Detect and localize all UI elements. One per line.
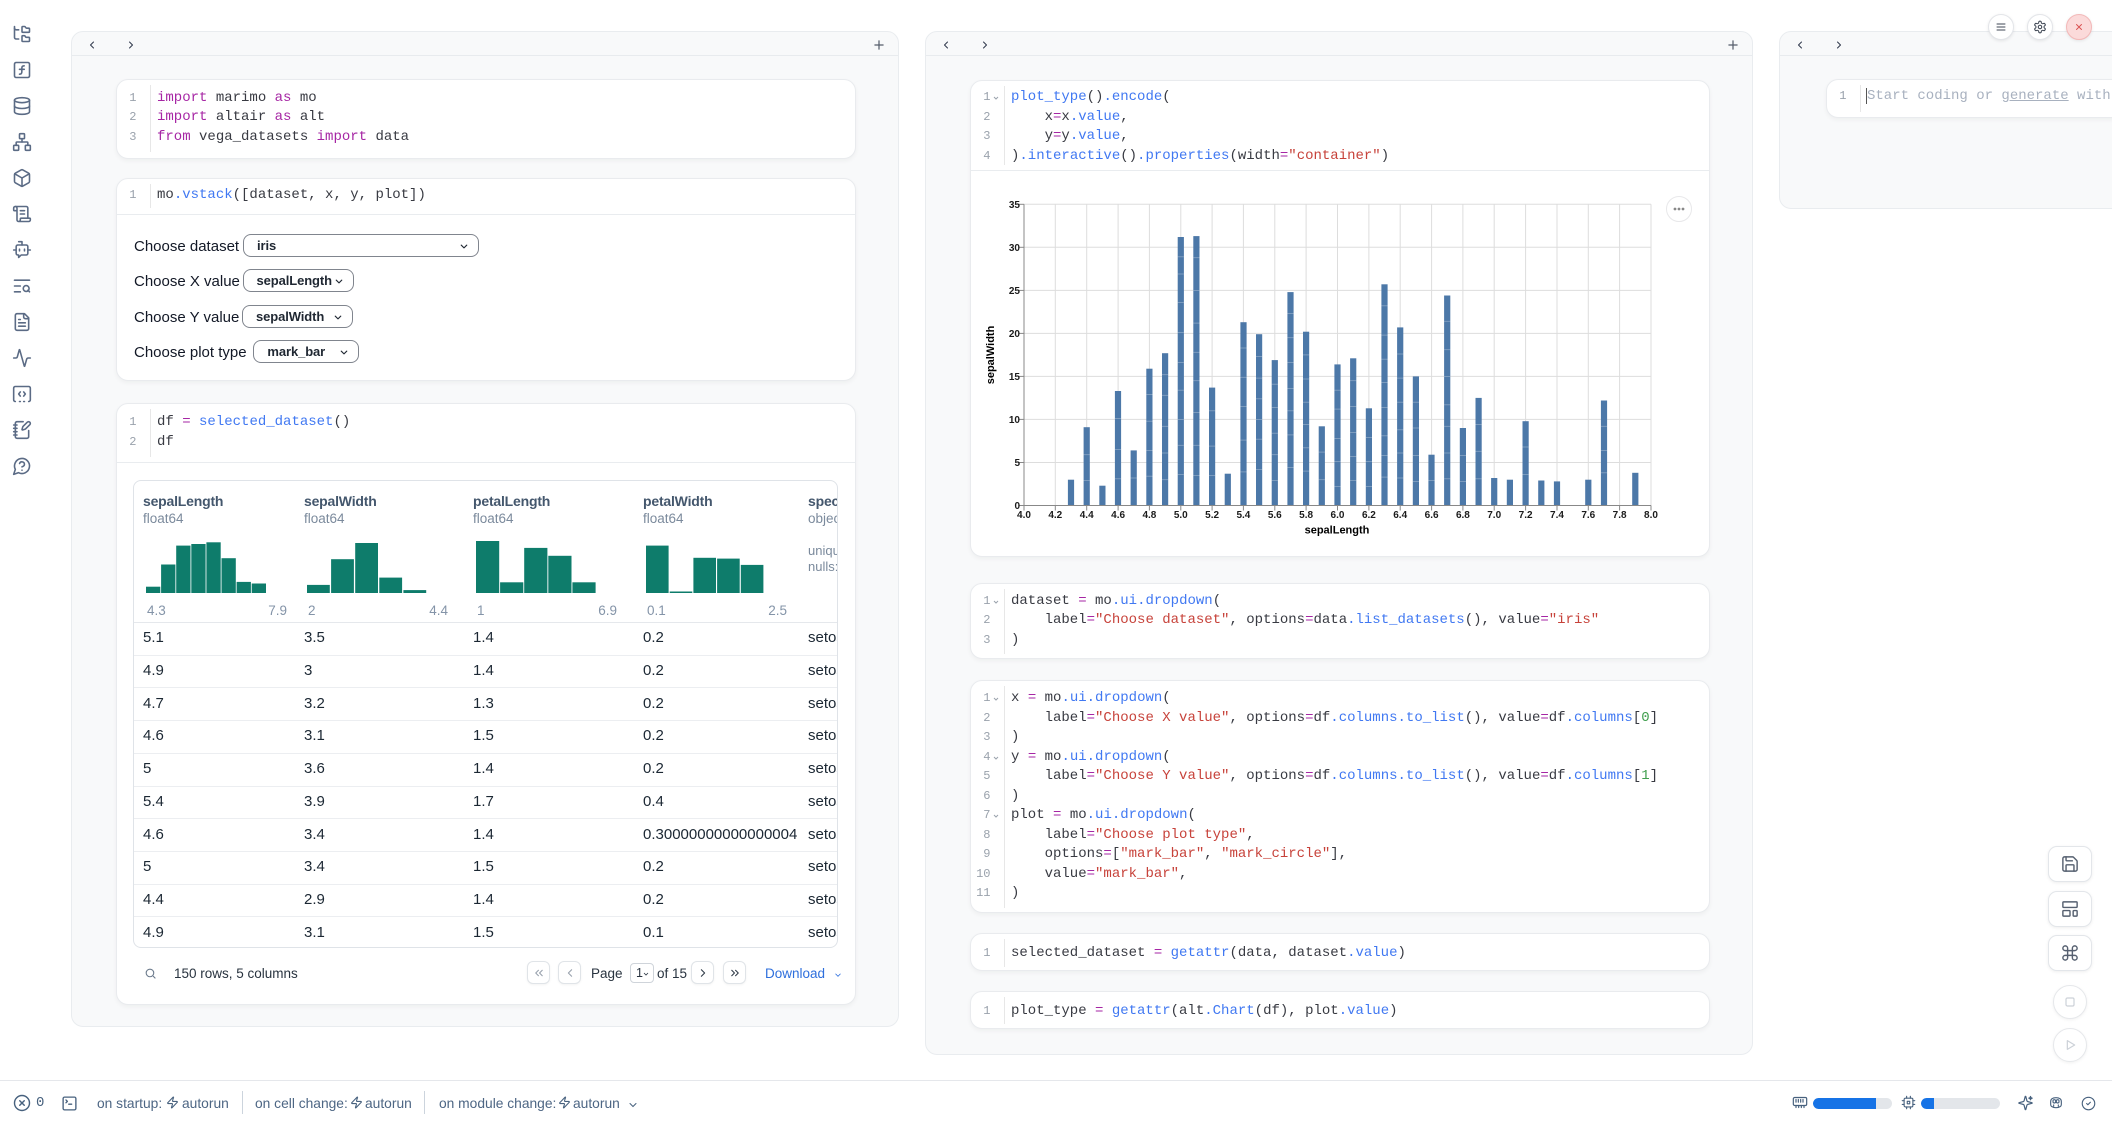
svg-text:6.4: 6.4 — [1393, 510, 1407, 521]
svg-text:7.4: 7.4 — [1550, 510, 1564, 521]
svg-text:30: 30 — [1009, 243, 1021, 254]
svg-text:25: 25 — [1009, 286, 1021, 297]
svg-text:5: 5 — [1014, 458, 1020, 469]
svg-text:4.0: 4.0 — [1017, 510, 1031, 521]
svg-text:5.2: 5.2 — [1205, 510, 1219, 521]
svg-text:6.2: 6.2 — [1362, 510, 1376, 521]
svg-text:5.4: 5.4 — [1236, 510, 1250, 521]
svg-text:4.6: 4.6 — [1111, 510, 1125, 521]
svg-text:7.8: 7.8 — [1613, 510, 1627, 521]
svg-text:4.2: 4.2 — [1048, 510, 1062, 521]
svg-text:4.8: 4.8 — [1142, 510, 1156, 521]
svg-text:7.0: 7.0 — [1487, 510, 1501, 521]
svg-text:sepalLength: sepalLength — [1305, 525, 1370, 537]
svg-text:35: 35 — [1009, 200, 1021, 211]
svg-text:4.4: 4.4 — [1080, 510, 1094, 521]
svg-text:10: 10 — [1009, 415, 1021, 426]
svg-text:5.6: 5.6 — [1268, 510, 1282, 521]
svg-text:6.6: 6.6 — [1425, 510, 1439, 521]
svg-text:7.6: 7.6 — [1581, 510, 1595, 521]
svg-text:sepalWidth: sepalWidth — [985, 325, 997, 384]
svg-text:6.0: 6.0 — [1331, 510, 1345, 521]
svg-text:5.8: 5.8 — [1299, 510, 1313, 521]
svg-text:8.0: 8.0 — [1644, 510, 1658, 521]
svg-text:6.8: 6.8 — [1456, 510, 1470, 521]
svg-text:7.2: 7.2 — [1519, 510, 1533, 521]
svg-text:20: 20 — [1009, 329, 1021, 340]
svg-text:15: 15 — [1009, 372, 1021, 383]
svg-text:5.0: 5.0 — [1174, 510, 1188, 521]
